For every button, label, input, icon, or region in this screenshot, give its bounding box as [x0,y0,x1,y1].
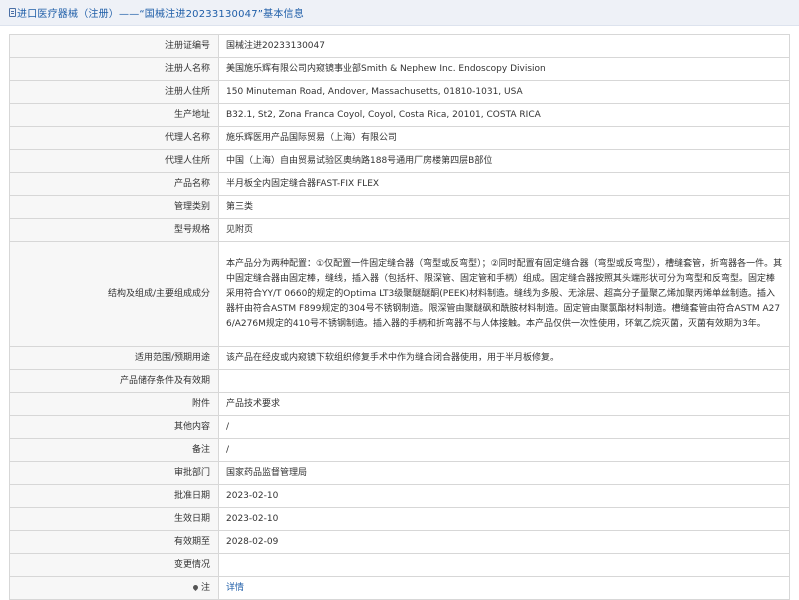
table-row: 型号规格 见附页 [9,218,790,242]
table-row: 生效日期 2023-02-10 [9,507,790,531]
details-link[interactable]: 详情 [226,583,244,593]
note-value-cell: 详情 [218,576,790,600]
info-table: 注册证编号 国械注进20233130047 注册人名称 美国施乐辉有限公司内窥镜… [9,34,790,600]
field-value [218,369,790,393]
field-value: 美国施乐辉有限公司内窥镜事业部Smith & Nephew Inc. Endos… [218,57,790,81]
field-value: 2023-02-10 [218,484,790,508]
field-label: 代理人住所 [9,149,219,173]
table-row: 其他内容 / [9,415,790,439]
table-row-note: 注 详情 [9,576,790,600]
table-row: 适用范围/预期用途 该产品在经皮或内窥镜下软组织修复手术中作为缝合闭合器使用，用… [9,346,790,370]
field-value: 产品技术要求 [218,392,790,416]
field-label: 注册人名称 [9,57,219,81]
field-label: 管理类别 [9,195,219,219]
field-label: 代理人名称 [9,126,219,150]
table-row: 注册证编号 国械注进20233130047 [9,34,790,58]
field-label: 有效期至 [9,530,219,554]
field-value: 国械注进20233130047 [218,34,790,58]
field-label: 生效日期 [9,507,219,531]
field-value: 见附页 [218,218,790,242]
field-label: 生产地址 [9,103,219,127]
table-row: 生产地址 B32.1, St2, Zona Franca Coyol, Coyo… [9,103,790,127]
field-value: 半月板全内固定缝合器FAST-FIX FLEX [218,172,790,196]
note-label-cell: 注 [9,576,219,600]
page-header: 进口医疗器械（注册）——“国械注进20233130047”基本信息 [0,0,799,26]
table-row: 代理人住所 中国（上海）自由贸易试验区奥纳路188号通用厂房楼第四层B部位 [9,149,790,173]
table-row: 备注 / [9,438,790,462]
field-label: 变更情况 [9,553,219,577]
field-value: 该产品在经皮或内窥镜下软组织修复手术中作为缝合闭合器使用，用于半月板修复。 [218,346,790,370]
table-row: 注册人住所 150 Minuteman Road, Andover, Massa… [9,80,790,104]
field-value: / [218,438,790,462]
table-row: 结构及组成/主要组成成分 本产品分为两种配置：①仅配置一件固定缝合器（弯型或反弯… [9,241,790,347]
field-value: 施乐辉医用产品国际贸易（上海）有限公司 [218,126,790,150]
field-value: 中国（上海）自由贸易试验区奥纳路188号通用厂房楼第四层B部位 [218,149,790,173]
table-row: 管理类别 第三类 [9,195,790,219]
field-label: 型号规格 [9,218,219,242]
field-label: 结构及组成/主要组成成分 [9,241,219,347]
field-label: 备注 [9,438,219,462]
field-label: 产品储存条件及有效期 [9,369,219,393]
document-icon [9,8,16,17]
field-label: 产品名称 [9,172,219,196]
table-row: 有效期至 2028-02-09 [9,530,790,554]
field-label: 注册人住所 [9,80,219,104]
field-label: 适用范围/预期用途 [9,346,219,370]
table-row: 产品储存条件及有效期 [9,369,790,393]
table-row: 变更情况 [9,553,790,577]
table-row: 注册人名称 美国施乐辉有限公司内窥镜事业部Smith & Nephew Inc.… [9,57,790,81]
field-value: B32.1, St2, Zona Franca Coyol, Coyol, Co… [218,103,790,127]
table-row: 批准日期 2023-02-10 [9,484,790,508]
field-value: 2028-02-09 [218,530,790,554]
field-value: 第三类 [218,195,790,219]
table-row: 产品名称 半月板全内固定缝合器FAST-FIX FLEX [9,172,790,196]
pin-icon [191,583,200,591]
field-value: 2023-02-10 [218,507,790,531]
field-label: 批准日期 [9,484,219,508]
field-label: 注册证编号 [9,34,219,58]
table-row: 代理人名称 施乐辉医用产品国际贸易（上海）有限公司 [9,126,790,150]
page-title: 进口医疗器械（注册）——“国械注进20233130047”基本信息 [17,9,304,20]
field-value: 150 Minuteman Road, Andover, Massachuset… [218,80,790,104]
field-label: 审批部门 [9,461,219,485]
note-label: 注 [200,582,210,593]
field-label: 其他内容 [9,415,219,439]
field-value [218,553,790,577]
field-value: / [218,415,790,439]
field-value: 国家药品监督管理局 [218,461,790,485]
field-label: 附件 [9,392,219,416]
table-row: 审批部门 国家药品监督管理局 [9,461,790,485]
field-value: 本产品分为两种配置：①仅配置一件固定缝合器（弯型或反弯型）；②同时配置有固定缝合… [218,241,790,347]
table-row: 附件 产品技术要求 [9,392,790,416]
